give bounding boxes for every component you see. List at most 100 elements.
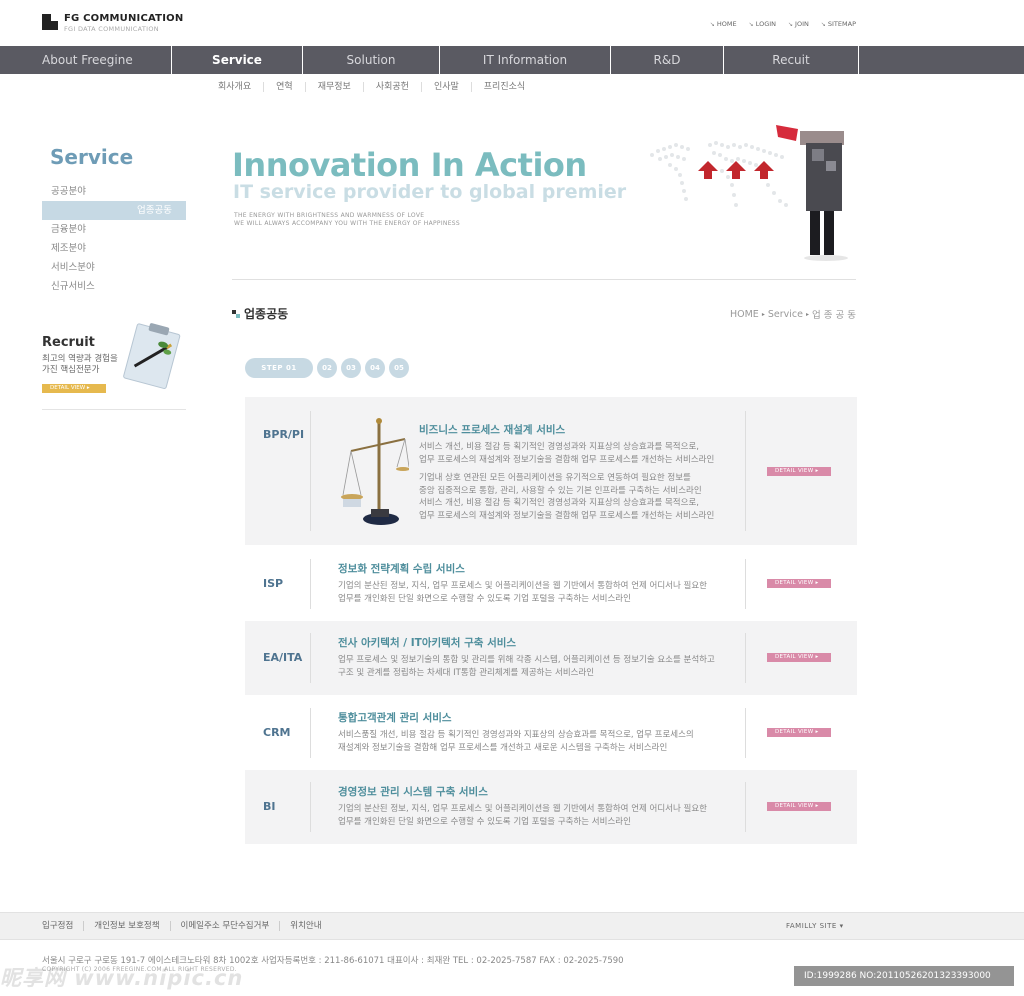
desc-line: 기업의 분산된 정보, 지식, 업무 프로세스 및 어플리케이션을 웹 기반에서… xyxy=(338,581,707,591)
desc-line: 업무 프로세스 및 정보기술의 통합 및 관리를 위해 각종 시스템, 어플리케… xyxy=(338,655,715,665)
megaphone-icon xyxy=(776,125,798,141)
service-title[interactable]: 비즈니스 프로세스 재설계 서비스 xyxy=(419,422,565,437)
page-heading: 업종공동 xyxy=(232,305,288,322)
divider xyxy=(310,411,311,531)
util-link-join[interactable]: ↘ JOIN xyxy=(788,20,809,28)
service-code: BI xyxy=(263,800,276,813)
service-row: BPR/PI 비즈니스 프로세스 재설계 서비스 서비스 개선, 비용 절감 등… xyxy=(245,397,857,545)
step-01[interactable]: STEP 01 xyxy=(245,358,313,378)
util-link-login[interactable]: ↘ LOGIN xyxy=(749,20,776,28)
hero-divider xyxy=(232,279,856,280)
nav-recuit[interactable]: Recuit xyxy=(724,46,859,74)
service-code: BPR/PI xyxy=(263,428,305,441)
service-desc: 기업의 분산된 정보, 지식, 업무 프로세스 및 어플리케이션을 웹 기반에서… xyxy=(338,803,707,828)
divider xyxy=(310,559,311,609)
service-desc: 업무 프로세스 및 정보기술의 통합 및 관리를 위해 각종 시스템, 어플리케… xyxy=(338,654,715,679)
util-link-sitemap[interactable]: ↘ SITEMAP xyxy=(821,20,856,28)
arrow-icon: ↘ xyxy=(709,20,715,28)
hero-tagline-line2: WE WILL ALWAYS ACCOMPANY YOU WITH THE EN… xyxy=(234,220,461,227)
detail-view-button[interactable]: DETAIL VIEW ▸ xyxy=(767,728,831,737)
hero-subtitle: IT service provider to global premier xyxy=(233,181,627,203)
desc-line: 서비스 개선, 비용 절감 등 획기적인 경영성과와 지표상의 상승효과를 목적… xyxy=(419,498,699,508)
nav-it-information[interactable]: IT Information xyxy=(440,46,611,74)
divider xyxy=(310,633,311,683)
desc-line: 서비스품질 개선, 비용 절감 등 획기적인 경영성과와 지표상의 상승효과를 … xyxy=(338,730,694,740)
sidebar-item-industry-common[interactable]: 업종공동 xyxy=(42,201,186,220)
main-navigation: About Freegine Service Solution IT Infor… xyxy=(0,46,1024,74)
service-title[interactable]: 전사 아키텍처 / IT아키텍처 구축 서비스 xyxy=(338,635,516,650)
breadcrumb-arrow-icon: ▸ xyxy=(761,310,765,318)
subnav-item[interactable]: 연혁 xyxy=(264,82,306,92)
breadcrumb-home[interactable]: HOME xyxy=(730,309,759,320)
logo-title: FG COMMUNICATION xyxy=(64,13,184,24)
recruit-text: 최고의 역량과 경험을 가진 핵심전문가 xyxy=(42,354,118,375)
footer-link-location[interactable]: 위치안내 xyxy=(280,921,331,931)
step-04[interactable]: 04 xyxy=(365,358,385,378)
sidebar-title: Service xyxy=(50,145,134,169)
detail-view-button[interactable]: DETAIL VIEW ▸ xyxy=(767,467,831,476)
arrow-icon: ↘ xyxy=(748,20,754,28)
divider xyxy=(745,411,746,531)
sidebar-item-manufacturing[interactable]: 제조분야 xyxy=(42,239,186,258)
image-id-label: ID:1999286 NO:20110526201323393000 xyxy=(794,966,1014,986)
detail-view-button[interactable]: DETAIL VIEW ▸ xyxy=(767,802,831,811)
divider xyxy=(745,782,746,832)
footer-link-privacy[interactable]: 개인정보 보호정책 xyxy=(84,921,171,931)
arrow-icon: ↘ xyxy=(788,20,794,28)
clipboard-pen-icon xyxy=(123,323,181,390)
breadcrumb-service[interactable]: Service xyxy=(768,309,803,320)
step-pagination: STEP 01 02 03 04 05 xyxy=(245,358,409,378)
util-link-home[interactable]: ↘ HOME xyxy=(710,20,737,28)
divider xyxy=(745,559,746,609)
service-row: BI 경영정보 관리 시스템 구축 서비스 기업의 분산된 정보, 지식, 업무… xyxy=(245,770,857,844)
desc-line: 업무 프로세스의 재설계와 정보기술을 결합해 업무 프로세스를 개선하는 서비… xyxy=(419,454,715,465)
watermark: 昵享网 www.nipic.cn xyxy=(0,966,244,990)
subnav-item[interactable]: 재무정보 xyxy=(306,82,364,92)
utility-links: ↘ HOME ↘ LOGIN ↘ JOIN ↘ SITEMAP xyxy=(710,20,856,28)
recruit-banner[interactable]: Recruit 최고의 역량과 경험을 가진 핵심전문가 DETAIL VIEW… xyxy=(42,320,186,410)
divider xyxy=(310,708,311,758)
desc-line: 서비스 개선, 비용 절감 등 획기적인 경영성과와 지표상의 상승효과를 목적… xyxy=(419,442,699,452)
divider xyxy=(745,708,746,758)
step-03[interactable]: 03 xyxy=(341,358,361,378)
hero-tagline: THE ENERGY WITH BRIGHTNESS AND WARMNESS … xyxy=(234,212,460,228)
hero-tagline-line1: THE ENERGY WITH BRIGHTNESS AND WARMNESS … xyxy=(234,212,425,219)
detail-view-button[interactable]: DETAIL VIEW ▸ xyxy=(767,653,831,662)
desc-line: 업무를 개인화된 단일 화면으로 수행할 수 있도록 기업 포털을 구축하는 서… xyxy=(338,593,631,604)
sidebar-item-service[interactable]: 서비스분야 xyxy=(42,258,186,277)
service-code: CRM xyxy=(263,726,291,739)
arrow-icon: ↘ xyxy=(820,20,826,28)
detail-view-button[interactable]: DETAIL VIEW ▸ xyxy=(767,579,831,588)
nav-solution[interactable]: Solution xyxy=(303,46,440,74)
sidebar-item-new-service[interactable]: 신규서비스 xyxy=(42,277,186,296)
nav-about[interactable]: About Freegine xyxy=(0,46,172,74)
step-02[interactable]: 02 xyxy=(317,358,337,378)
family-site-select[interactable]: FAMILLY SITE ▾ xyxy=(786,922,844,930)
desc-line: 재설계와 정보기술을 결합해 업무 프로세스를 개선하고 새로운 시스템을 구축… xyxy=(338,742,668,753)
service-row: EA/ITA 전사 아키텍처 / IT아키텍처 구축 서비스 업무 프로세스 및… xyxy=(245,621,857,695)
recruit-detail-button[interactable]: DETAIL VIEW ▸ xyxy=(42,384,106,393)
logo-subtitle: FGI DATA COMMUNICATION xyxy=(64,25,159,33)
logo[interactable]: FG COMMUNICATION FGI DATA COMMUNICATION xyxy=(42,14,183,33)
service-title[interactable]: 경영정보 관리 시스템 구축 서비스 xyxy=(338,784,488,799)
sidebar-item-public[interactable]: 공공분야 xyxy=(42,182,186,201)
service-title[interactable]: 정보화 전략계획 수립 서비스 xyxy=(338,561,465,576)
sidebar-item-finance[interactable]: 금융분야 xyxy=(42,220,186,239)
subnav-item[interactable]: 인사말 xyxy=(422,82,472,92)
logo-mark-icon xyxy=(42,14,58,30)
service-code: ISP xyxy=(263,577,284,590)
subnav-item[interactable]: 회사개요 xyxy=(218,82,265,92)
service-title[interactable]: 통합고객관계 관리 서비스 xyxy=(338,710,452,725)
service-code: EA/ITA xyxy=(263,651,303,664)
footer-link-email-policy[interactable]: 이메일주소 무단수집거부 xyxy=(171,921,281,931)
subnav-item[interactable]: 사회공헌 xyxy=(364,82,422,92)
footer-link[interactable]: 입구정점 xyxy=(42,921,85,931)
desc-line: 업무 프로세스의 재설계와 정보기술을 결합해 업무 프로세스를 개선하는 서비… xyxy=(419,510,715,521)
step-05[interactable]: 05 xyxy=(389,358,409,378)
divider xyxy=(745,633,746,683)
nav-service[interactable]: Service xyxy=(172,46,303,74)
subnav-item[interactable]: 프리진소식 xyxy=(472,82,537,92)
desc-line: 구조 및 관계를 정립하는 차세대 IT통합 관리체계를 제공하는 서비스라인 xyxy=(338,667,595,678)
nav-rnd[interactable]: R&D xyxy=(611,46,724,74)
service-desc: 서비스 개선, 비용 절감 등 획기적인 경영성과와 지표상의 상승효과를 목적… xyxy=(419,441,714,522)
